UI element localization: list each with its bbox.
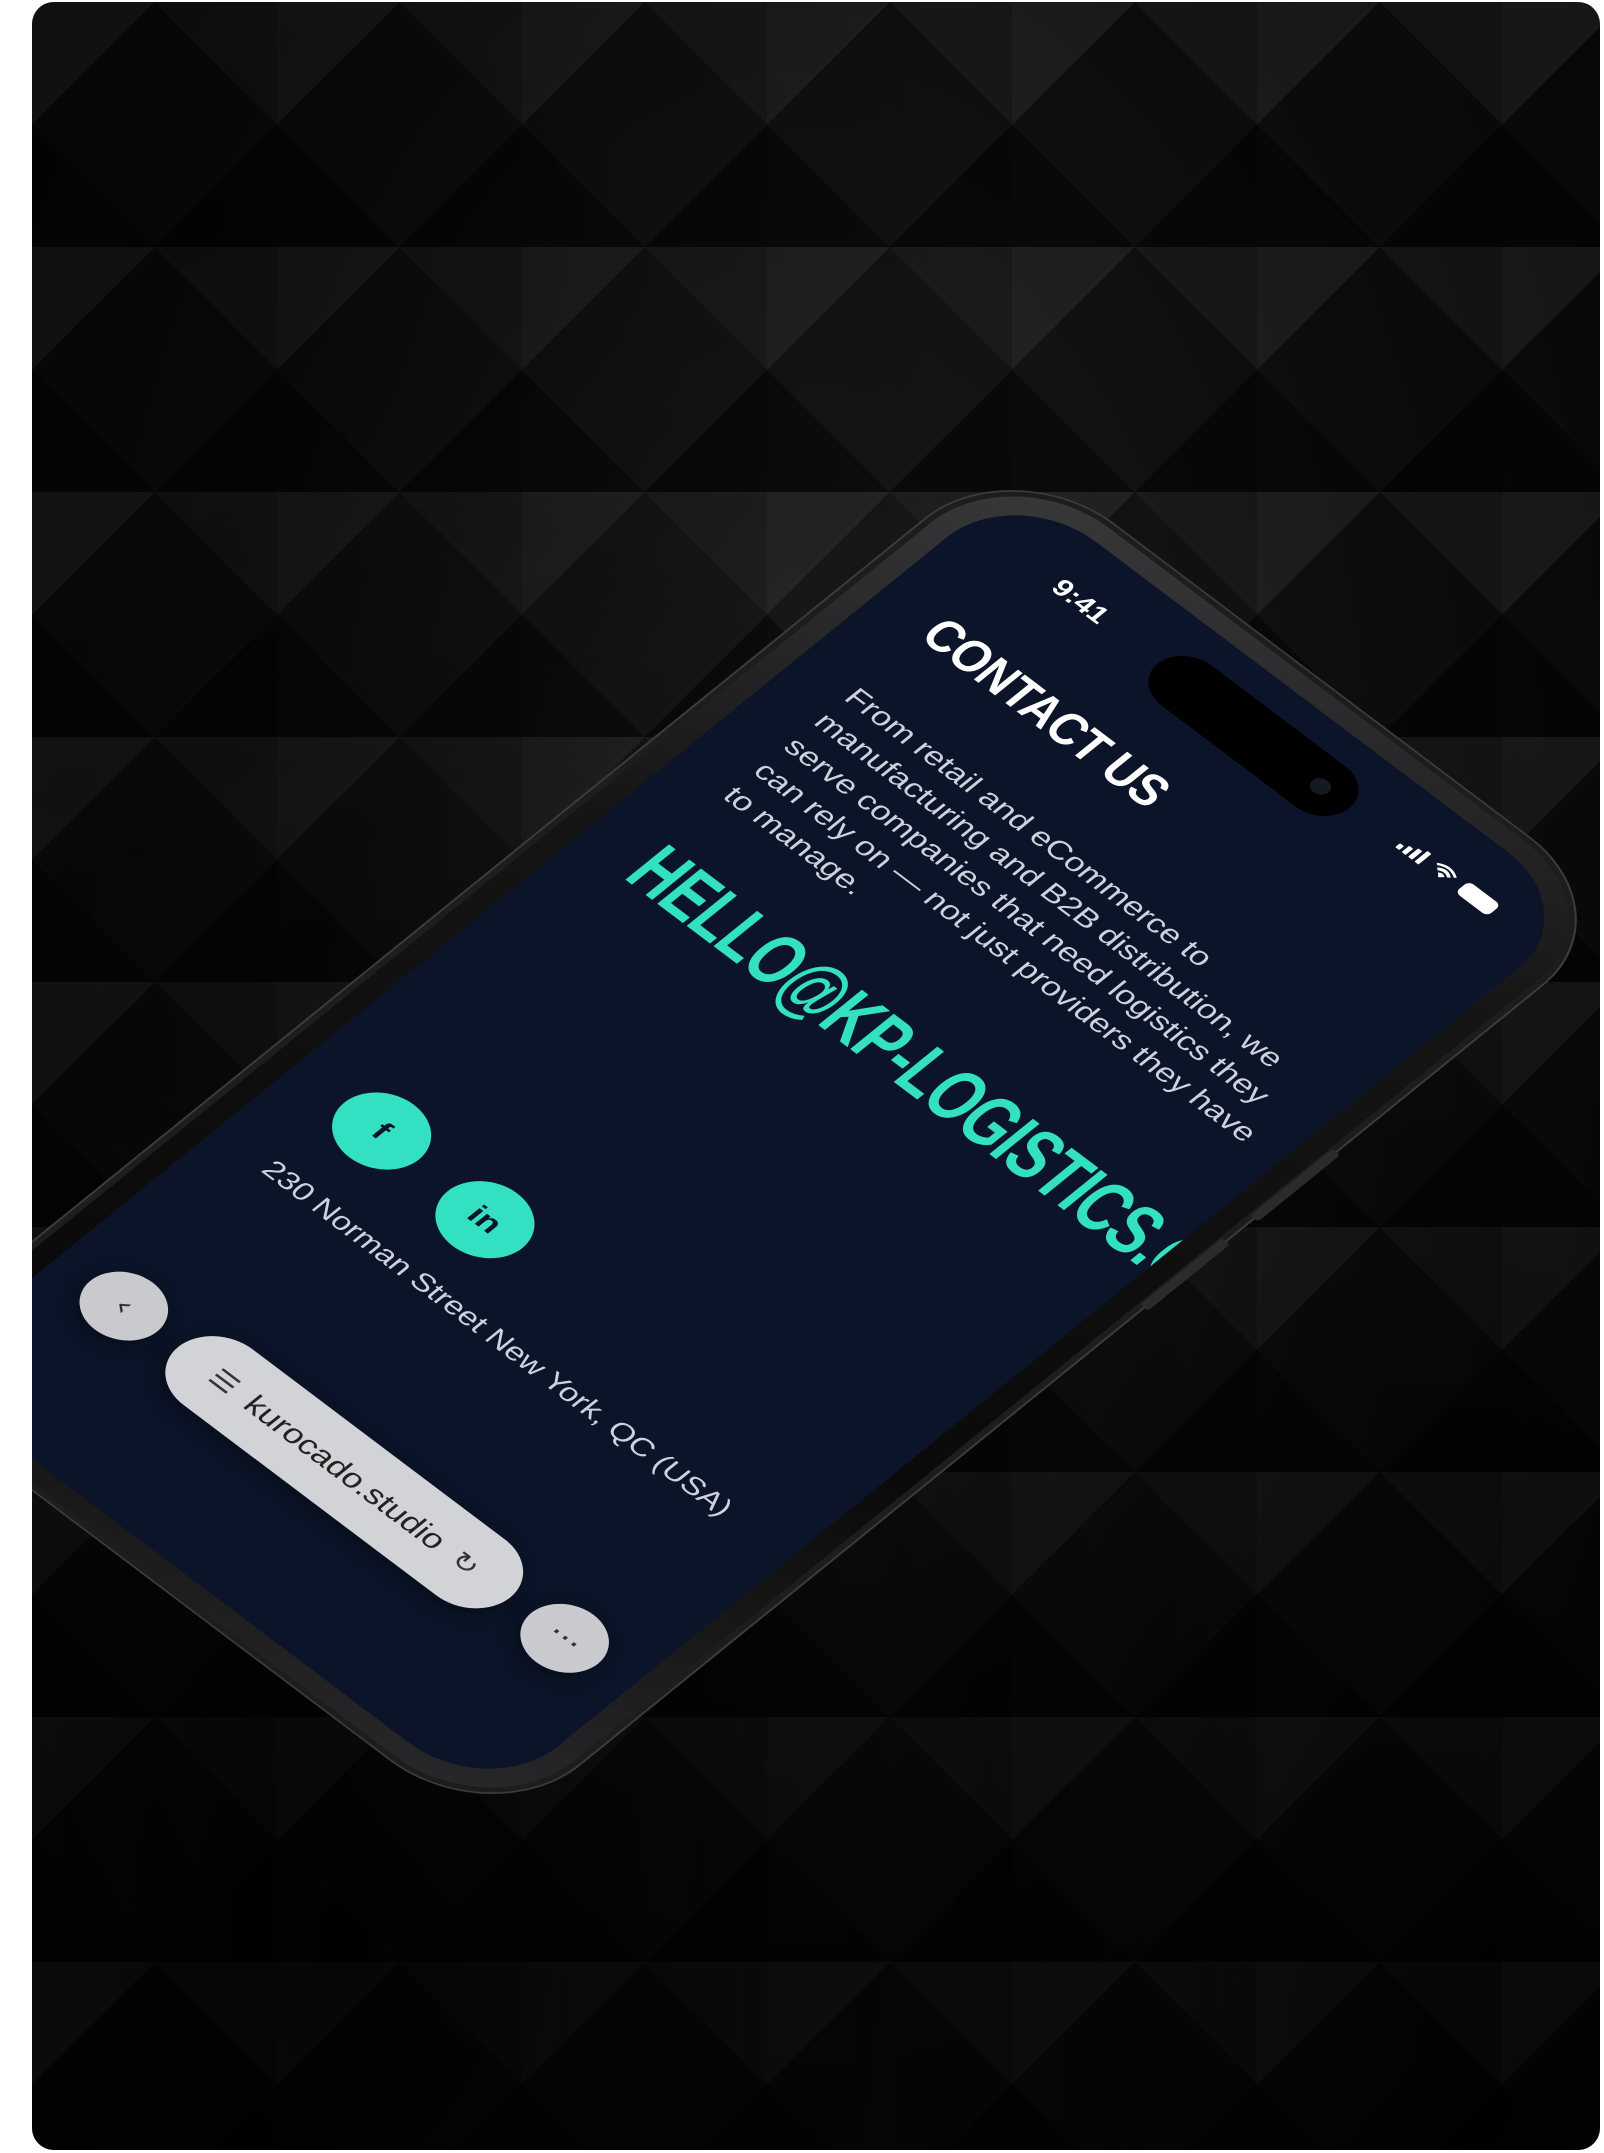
status-time: 9:41 <box>1044 574 1116 629</box>
reader-mode-icon[interactable]: ☰ <box>201 1364 247 1400</box>
status-icons <box>1395 836 1501 917</box>
battery-icon <box>1455 881 1501 917</box>
linkedin-icon: in <box>460 1199 511 1240</box>
browser-toolbar: ‹ ☰ kurocado.studio ↻ ··· <box>56 1247 640 1691</box>
phone-screen: 9:41 CONTACT US From retail and eCommerc… <box>32 481 1588 1803</box>
more-button[interactable]: ··· <box>502 1589 628 1688</box>
address-bar[interactable]: ☰ kurocado.studio ↻ <box>143 1319 545 1626</box>
phone-body: 9:41 CONTACT US From retail and eCommerc… <box>32 455 1600 1829</box>
facebook-button[interactable]: f <box>311 1076 452 1186</box>
back-button[interactable]: ‹ <box>61 1257 187 1355</box>
url-text: kurocado.studio <box>236 1389 455 1556</box>
reload-icon[interactable]: ↻ <box>443 1546 487 1581</box>
facebook-icon: f <box>364 1116 400 1145</box>
dynamic-island <box>1132 643 1375 829</box>
ellipsis-icon: ··· <box>537 1617 592 1660</box>
wifi-icon <box>1436 862 1457 878</box>
chevron-left-icon: ‹ <box>104 1290 144 1322</box>
mockup-background: 9:41 CONTACT US From retail and eCommerc… <box>32 2 1600 2150</box>
linkedin-button[interactable]: in <box>415 1165 555 1275</box>
camera-icon <box>1305 774 1336 799</box>
cellular-signal-icon <box>1395 836 1432 865</box>
